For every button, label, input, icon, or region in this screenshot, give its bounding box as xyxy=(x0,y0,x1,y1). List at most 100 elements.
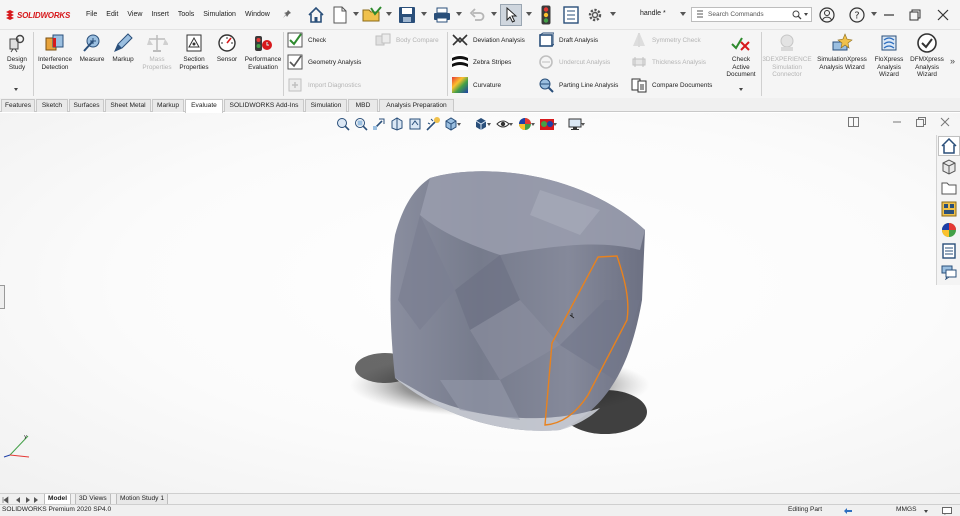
tab-analysis-preparation[interactable]: Analysis Preparation xyxy=(379,99,454,112)
tab-mbd[interactable]: MBD xyxy=(348,99,378,112)
tab-sheet-metal[interactable]: Sheet Metal xyxy=(105,99,151,112)
thickness-analysis-button[interactable]: Thickness Analysis xyxy=(631,54,706,70)
dfmxpress-wizard-button[interactable]: DFMXpress Analysis Wizard xyxy=(908,32,946,79)
save-dropdown-caret-icon[interactable] xyxy=(421,12,427,16)
check-active-document-caret-icon[interactable] xyxy=(739,88,743,91)
help-dropdown-caret-icon[interactable] xyxy=(871,12,877,16)
check-button[interactable]: Check xyxy=(287,32,326,48)
solidworks-resources-home-icon[interactable] xyxy=(938,136,960,156)
zebra-stripes-button[interactable]: Zebra Stripes xyxy=(452,54,511,70)
body-compare-button[interactable]: Body Compare xyxy=(375,32,439,48)
3dexperience-simulation-connector-button[interactable]: 3DEXPERIENCE Simulation Connector xyxy=(762,32,812,79)
file-explorer-folder-icon[interactable] xyxy=(938,178,960,198)
edit-appearance-caret-icon[interactable] xyxy=(531,122,535,126)
viewport-tile-icon[interactable] xyxy=(846,116,860,128)
feature-manager-collapse-handle[interactable] xyxy=(0,285,5,309)
design-study-dropdown-caret-icon[interactable] xyxy=(14,88,18,91)
print-icon[interactable] xyxy=(432,4,452,26)
section-view-icon[interactable] xyxy=(388,116,406,132)
print-dropdown-caret-icon[interactable] xyxy=(456,12,462,16)
new-dropdown-caret-icon[interactable] xyxy=(353,12,359,16)
forum-chat-icon[interactable] xyxy=(938,262,960,282)
search-commands-field[interactable]: Search Commands xyxy=(691,7,812,22)
custom-properties-icon[interactable] xyxy=(938,241,960,261)
tab-markup[interactable]: Markup xyxy=(152,99,184,112)
view-orientation-wizard-icon[interactable] xyxy=(424,116,442,132)
home-icon[interactable] xyxy=(306,4,326,26)
open-folder-icon[interactable] xyxy=(362,4,382,26)
apply-scene-caret-icon[interactable] xyxy=(553,122,557,126)
curvature-button[interactable]: Curvature xyxy=(452,77,501,93)
display-style-caret-icon[interactable] xyxy=(487,122,491,126)
restore-window-icon[interactable] xyxy=(906,6,924,24)
solidworks-logo[interactable]: SOLIDWORKS xyxy=(4,8,70,22)
viewport-restore-icon[interactable] xyxy=(914,116,928,128)
menu-tools[interactable]: Tools xyxy=(178,11,194,18)
search-icon[interactable] xyxy=(792,10,802,20)
menu-insert[interactable]: Insert xyxy=(151,11,169,18)
section-properties-button[interactable]: Section Properties xyxy=(176,32,212,71)
units-dropdown-caret-icon[interactable] xyxy=(924,510,928,513)
menu-edit[interactable]: Edit xyxy=(106,11,118,18)
menu-simulation[interactable]: Simulation xyxy=(203,11,236,18)
import-diagnostics-button[interactable]: Import Diagnostics xyxy=(287,77,361,93)
parting-line-analysis-button[interactable]: Parting Line Analysis xyxy=(538,77,618,93)
dynamic-annotation-views-icon[interactable] xyxy=(406,116,424,132)
minimize-icon[interactable] xyxy=(880,6,898,24)
new-document-icon[interactable] xyxy=(331,4,349,26)
status-quick-tips-icon[interactable] xyxy=(942,507,952,515)
tab-features[interactable]: Features xyxy=(1,99,35,112)
graphics-area[interactable]: y xyxy=(0,113,960,493)
document-dropdown-caret-icon[interactable] xyxy=(680,12,686,16)
markup-button[interactable]: Markup xyxy=(108,32,138,64)
user-account-icon[interactable] xyxy=(818,6,836,24)
sensor-button[interactable]: Sensor xyxy=(213,32,241,64)
close-window-icon[interactable] xyxy=(934,6,952,24)
symmetry-check-button[interactable]: Symmetry Check xyxy=(631,32,701,48)
design-library-icon[interactable] xyxy=(938,157,960,177)
tab-solidworks-add-ins[interactable]: SOLIDWORKS Add-Ins xyxy=(224,99,304,112)
interference-detection-button[interactable]: Interference Detection xyxy=(35,32,75,71)
menu-window[interactable]: Window xyxy=(245,11,270,18)
tab-sketch[interactable]: Sketch xyxy=(36,99,68,112)
select-pointer-icon[interactable] xyxy=(500,4,522,26)
menu-view[interactable]: View xyxy=(127,11,142,18)
undo-icon[interactable] xyxy=(467,4,487,26)
compare-documents-button[interactable]: Compare Documents xyxy=(631,77,712,93)
mass-properties-button[interactable]: Mass Properties xyxy=(140,32,174,71)
tab-evaluate[interactable]: Evaluate xyxy=(185,99,223,113)
view-palette-icon[interactable] xyxy=(938,199,960,219)
help-icon[interactable]: ? xyxy=(848,6,866,24)
tab-surfaces[interactable]: Surfaces xyxy=(69,99,104,112)
hide-show-caret-icon[interactable] xyxy=(509,122,513,126)
save-icon[interactable] xyxy=(397,4,417,26)
handle-3d-model[interactable] xyxy=(340,153,680,453)
options-dropdown-caret-icon[interactable] xyxy=(610,12,616,16)
design-study-button[interactable]: Design Study xyxy=(3,32,31,71)
performance-evaluation-button[interactable]: Performance Evaluation xyxy=(242,32,284,71)
zoom-to-area-icon[interactable] xyxy=(352,116,370,132)
geometry-analysis-button[interactable]: Geometry Analysis xyxy=(287,54,361,70)
floxpress-wizard-button[interactable]: FloXpress Analysis Wizard xyxy=(872,32,906,79)
status-rebuild-icon[interactable] xyxy=(843,507,853,515)
pin-menu-icon[interactable] xyxy=(282,9,292,21)
undo-dropdown-caret-icon[interactable] xyxy=(491,12,497,16)
status-units[interactable]: MMGS xyxy=(896,506,917,513)
measure-button[interactable]: Measure xyxy=(77,32,107,64)
tab-scroll-arrows-icon[interactable] xyxy=(2,496,38,504)
select-dropdown-caret-icon[interactable] xyxy=(526,12,532,16)
draft-analysis-button[interactable]: Draft Analysis xyxy=(538,32,598,48)
search-dropdown-caret-icon[interactable] xyxy=(804,13,808,16)
check-active-document-button[interactable]: Check Active Document xyxy=(724,32,758,79)
viewport-minimize-icon[interactable] xyxy=(890,116,904,128)
open-dropdown-caret-icon[interactable] xyxy=(386,12,392,16)
viewport-close-icon[interactable] xyxy=(938,116,952,128)
menu-file[interactable]: File xyxy=(86,11,97,18)
zoom-to-fit-icon[interactable] xyxy=(334,116,352,132)
tab-simulation[interactable]: Simulation xyxy=(305,99,347,112)
view-orientation-caret-icon[interactable] xyxy=(457,122,461,126)
view-settings-caret-icon[interactable] xyxy=(581,122,585,126)
undercut-analysis-button[interactable]: Undercut Analysis xyxy=(538,54,610,70)
deviation-analysis-button[interactable]: Deviation Analysis xyxy=(452,32,525,48)
ribbon-overflow-chevron-icon[interactable]: » xyxy=(950,56,955,66)
